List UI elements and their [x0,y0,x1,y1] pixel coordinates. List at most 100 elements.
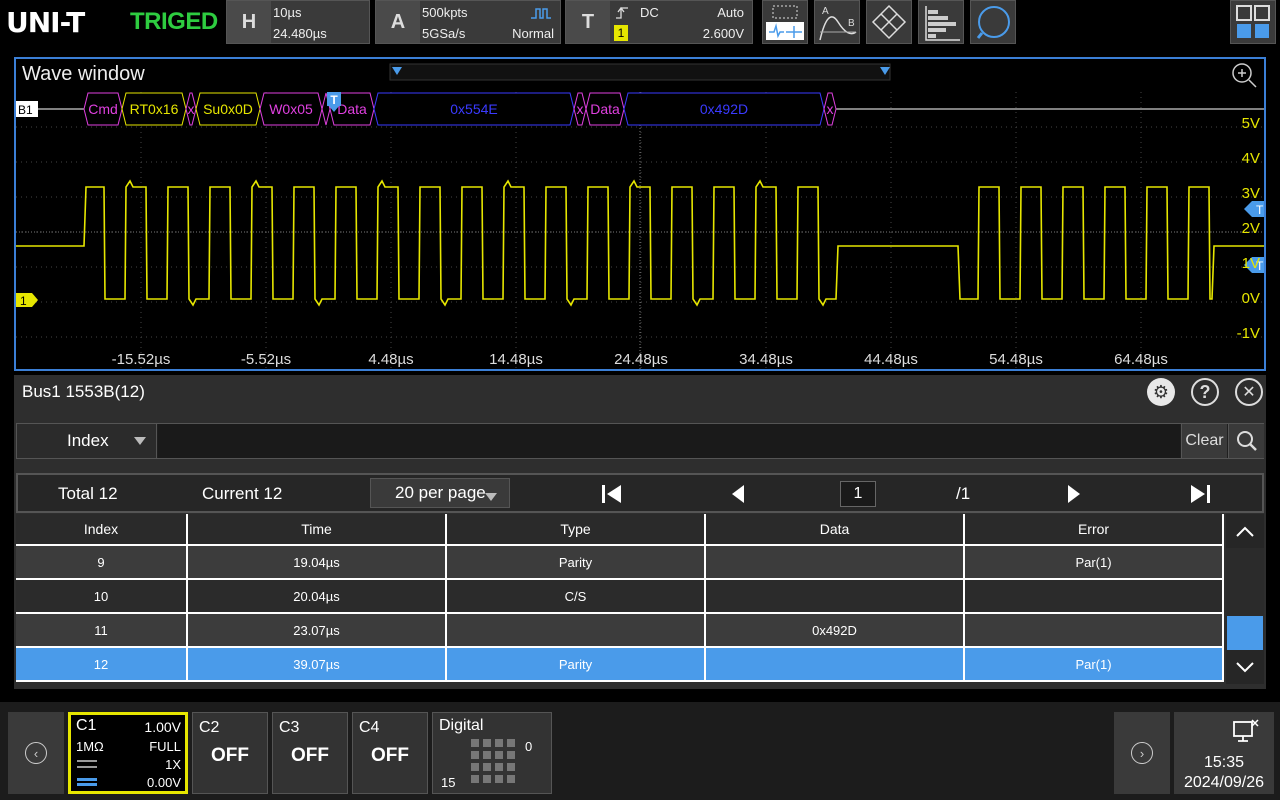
top-bar: UNI-T TRIGED H 10µs 24.480µs A 500kpts 5… [0,0,1280,46]
digital-name: Digital [439,717,484,734]
time-offset: 24.480µs [273,26,327,41]
channel-1-bandwidth: FULL [149,739,181,754]
prev-page-icon [732,485,744,503]
voltage-label: -1V [1236,325,1260,342]
column-header[interactable]: Data [706,514,965,546]
search-button[interactable] [1228,424,1264,458]
cell-data [706,546,965,580]
cell-type: C/S [447,580,706,614]
channel-3-panel[interactable]: C3 OFF [272,712,348,794]
cell-data: 0x492D [706,614,965,648]
search-input[interactable] [158,424,1180,458]
trigger-source-badge: 1 [614,25,628,41]
layout-button[interactable] [1230,0,1276,44]
time-label: 34.48µs [739,351,793,368]
channel-1-panel[interactable]: C1 1.00V 1MΩ FULL 1X 0.00V [68,712,188,794]
channels-prev-button[interactable]: ‹ [8,712,64,794]
table-row[interactable]: 11 23.07µs 0x492D [16,614,1226,648]
trigger-status: TRIGED [130,8,218,35]
chevron-up-icon [1236,526,1254,537]
digital-low-bit: 0 [525,739,533,754]
help-icon: ? [1199,381,1211,402]
channel-2-panel[interactable]: C2 OFF [192,712,268,794]
channel-1-scale: 1.00V [144,719,181,735]
search-zoom-button[interactable] [970,0,1016,44]
clock-panel[interactable]: 15:35 2024/09/26 [1174,712,1274,794]
table-row[interactable]: 10 20.04µs C/S [16,580,1226,614]
last-page-icon [1191,485,1210,503]
help-button[interactable]: ? [1191,378,1219,406]
time-label: 4.48µs [368,351,414,368]
cell-index: 10 [16,580,188,614]
gear-icon: ⚙ [1152,381,1170,402]
column-header[interactable]: Index [16,514,188,546]
voltage-label: 3V [1241,185,1260,202]
channels-next-button[interactable]: › [1114,712,1170,794]
layout-grid-icon [1236,5,1270,38]
cursor-button[interactable]: A B [814,0,860,44]
total-count: Total 12 [58,484,118,503]
cell-type: Parity [447,546,706,580]
digital-panel[interactable]: Digital 0 15 [432,712,552,794]
trigger-panel[interactable]: T DC Auto 1 2.600V [565,0,753,44]
histogram-button[interactable] [918,0,964,44]
scroll-down-button[interactable] [1226,650,1264,684]
close-button[interactable]: ✕ [1235,378,1263,406]
wave-window[interactable]: B1 Cmd RT0x16 x Su0x0D W0x05 Data 0x554E x Data 0x… [14,57,1266,371]
time-label: 44.48µs [864,351,918,368]
decode-label: Data [337,101,367,117]
horizontal-panel[interactable]: H 10µs 24.480µs [226,0,370,44]
search-zoom-icon [976,6,1010,39]
bus-title: Bus1 1553B(12) [22,382,145,401]
cell-data [706,580,965,614]
bottom-bar: ‹ C1 1.00V 1MΩ FULL 1X 0.00V C2 OFF C3 O… [0,702,1280,800]
search-field-select[interactable]: Index [17,424,157,458]
math-button[interactable] [866,0,912,44]
first-page-button[interactable] [594,479,630,509]
threshold-high-label: TH [1256,203,1264,217]
channel-3-state: OFF [291,745,329,766]
measure-select-button[interactable] [762,0,808,44]
table-row[interactable]: 12 39.07µs Parity Par(1) [16,648,1226,682]
last-page-button[interactable] [1182,479,1218,509]
coupling-icon [77,760,97,768]
time-label: 64.48µs [1114,351,1168,368]
column-header[interactable]: Time [188,514,447,546]
decode-label: 0x554E [450,101,497,117]
voltage-label: 5V [1241,115,1260,132]
next-page-button[interactable] [1056,479,1092,509]
channel-1-name: C1 [76,717,97,734]
column-header[interactable]: Error [965,514,1224,546]
acquire-panel[interactable]: A 500kpts 5GSa/s Normal [375,0,561,44]
table-row[interactable]: 9 19.04µs Parity Par(1) [16,546,1226,580]
cursor-ab-icon: A B [819,6,857,41]
table-scrollbar[interactable] [1226,514,1264,684]
waveform-display[interactable]: B1 Cmd RT0x16 x Su0x0D W0x05 Data 0x554E x Data 0x… [16,59,1264,369]
cell-time: 20.04µs [188,580,447,614]
voltage-label: 4V [1241,150,1260,167]
cell-time: 19.04µs [188,546,447,580]
search-field-label: Index [67,431,109,450]
acquire-mode: Normal [512,26,554,41]
table-header: Index Time Type Data Error [16,514,1226,548]
measure-select-icon [766,5,804,40]
per-page-select[interactable]: 20 per page [370,478,510,508]
prev-page-button[interactable] [720,479,756,509]
page-number-input[interactable]: 1 [840,481,876,507]
zoom-in-icon[interactable] [1230,61,1258,89]
scroll-up-button[interactable] [1226,514,1264,548]
column-header[interactable]: Type [447,514,706,546]
channel-4-panel[interactable]: C4 OFF [352,712,428,794]
cell-error: Par(1) [965,648,1224,682]
digital-high-bit: 15 [441,775,456,790]
voltage-label: 1V [1241,255,1260,272]
chevron-down-icon [1236,662,1254,673]
bus-label: B1 [18,103,33,117]
scroll-thumb[interactable] [1227,616,1263,650]
decode-label: Su0x0D [203,101,253,117]
settings-button[interactable]: ⚙ [1147,378,1175,406]
clear-button[interactable]: Clear [1181,424,1227,458]
channel-1-offset: 0.00V [147,775,181,790]
cell-data [706,648,965,682]
pulse-icon [531,8,551,19]
